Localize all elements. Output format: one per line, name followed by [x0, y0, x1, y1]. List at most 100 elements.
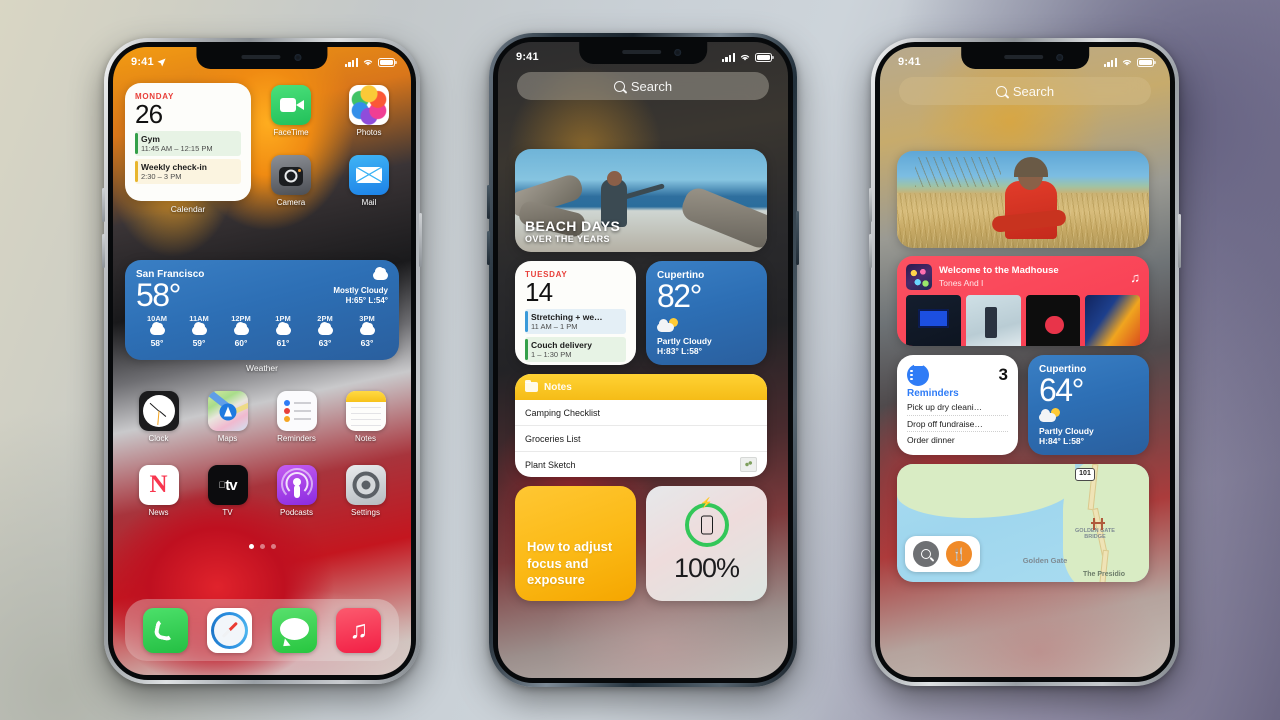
calendar-event[interactable]: Couch delivery 1 – 1:30 PM [525, 336, 626, 362]
reminder-row[interactable]: Order dinner [907, 432, 1008, 448]
calendar-widget[interactable]: TUESDAY 14 Stretching + we… 11 AM – 1 PM… [515, 261, 636, 365]
settings-icon [345, 465, 386, 505]
phone-3-power-button[interactable] [1178, 214, 1181, 268]
app-label: TV [222, 508, 233, 517]
battery-ring: ⚡ [684, 498, 729, 547]
phone-1-power-button[interactable] [419, 213, 422, 267]
weather-condition: Partly Cloudy [1039, 426, 1094, 436]
album-art-1[interactable] [906, 295, 961, 346]
album-art-2[interactable] [965, 295, 1021, 346]
phone-2-volume-down[interactable] [487, 231, 490, 265]
search-bar[interactable]: Search [517, 72, 769, 100]
search-placeholder: Search [1012, 83, 1055, 99]
phone-3-volume-up[interactable] [869, 188, 872, 222]
page-indicator-dots[interactable] [113, 544, 411, 549]
note-thumbnail [740, 457, 757, 472]
app-reminders[interactable]: Reminders [267, 391, 326, 443]
calendar-event[interactable]: Gym 11:45 AM – 12:15 PM [135, 130, 241, 156]
reminders-widget[interactable]: 3 Reminders Pick up dry cleani… Drop off… [897, 355, 1018, 455]
app-camera[interactable]: Camera [261, 154, 321, 215]
app-clock[interactable]: Clock [129, 391, 188, 443]
note-title: Camping Checklist [525, 407, 601, 418]
app-notes[interactable]: Notes [336, 391, 395, 443]
app-photos[interactable]: Photos [339, 85, 399, 145]
page-dot-active[interactable] [248, 544, 254, 549]
phone-2-today-view: Search BEACH DAYS OVER THE YEARS TUESDAY… [498, 42, 788, 678]
page-dot[interactable] [259, 544, 265, 549]
music-note-icon: ♫ [1130, 269, 1140, 285]
note-row[interactable]: Camping Checklist [515, 400, 767, 426]
tips-widget[interactable]: How to adjust focus and exposure [515, 486, 636, 601]
album-art-4[interactable] [1085, 295, 1140, 346]
photos-widget[interactable] [897, 151, 1149, 248]
album-art-3[interactable] [1025, 295, 1081, 346]
cellular-signal-icon [344, 57, 358, 67]
place-label: Golden Gate [1022, 556, 1068, 566]
hour-temp: 59° [192, 338, 206, 349]
cloud-icon [149, 322, 165, 336]
notes-widget[interactable]: Notes Camping Checklist Groceries List P… [515, 374, 767, 477]
maps-widget[interactable]: 101 GOLDEN GATE BRIDGE Golden Gate The P… [897, 464, 1149, 582]
search-bar[interactable]: Search [899, 77, 1151, 105]
event-title: Couch delivery [531, 339, 592, 350]
phone-2-power-button[interactable] [796, 211, 799, 265]
music-artist: Tones And I [939, 277, 984, 288]
iphone-icon [700, 515, 713, 535]
maps-food-button[interactable]: 🍴 [946, 541, 972, 567]
weather-highlow: H:84° L:58° [1039, 436, 1085, 446]
wifi-icon [740, 54, 750, 61]
note-title: Groceries List [525, 433, 581, 444]
reminder-row[interactable]: Pick up dry cleani… [907, 399, 1008, 416]
hourly-item: 3PM 63° [346, 314, 388, 348]
hour-temp: 60° [234, 338, 248, 349]
cloud-icon [191, 322, 207, 336]
calendar-event[interactable]: Stretching + we… 11 AM – 1 PM [525, 308, 626, 334]
note-row[interactable]: Plant Sketch [515, 452, 767, 477]
weather-highlow: H:83° L:58° [657, 346, 703, 356]
weather-widget[interactable]: Cupertino 64° Partly Cloudy H:84° L:58° [1028, 355, 1149, 455]
phone-1-volume-up[interactable] [102, 188, 105, 222]
photos-icon [349, 85, 389, 125]
widget-label: Weather [246, 363, 278, 373]
hourly-item: 11AM 59° [178, 314, 220, 348]
podcasts-icon [276, 465, 317, 505]
app-news[interactable]: N News [129, 465, 188, 517]
phone-1-volume-down[interactable] [102, 234, 105, 268]
app-settings[interactable]: Settings [336, 465, 395, 517]
app-label: Mail [361, 197, 377, 207]
page-dot[interactable] [270, 544, 276, 549]
weather-widget[interactable]: San Francisco 58° Mostly Cloudy H:65° L:… [125, 260, 399, 360]
land-mass [897, 464, 1075, 518]
battery-icon [378, 57, 397, 67]
weather-widget[interactable]: Cupertino 82° Partly Cloudy H:83° L:58° [646, 261, 767, 365]
app-mail[interactable]: Mail [339, 154, 399, 215]
app-tv[interactable]: tv TV [198, 465, 257, 517]
maps-search-button[interactable] [913, 541, 939, 567]
earpiece-speaker-icon [1004, 55, 1043, 59]
music-icon[interactable]: ♫ [336, 607, 382, 653]
mail-icon [349, 154, 389, 195]
music-widget[interactable]: Welcome to the Madhouse Tones And I ♫ [897, 256, 1149, 346]
app-facetime[interactable]: FaceTime [261, 85, 321, 145]
battery-percent: 100% [673, 553, 740, 583]
phone-2-volume-up[interactable] [487, 185, 490, 219]
event-title: Stretching + we… [531, 311, 603, 322]
battery-widget[interactable]: ⚡ 100% [646, 486, 767, 601]
reminders-count: 3 [998, 365, 1008, 384]
event-title: Gym [141, 133, 160, 144]
note-row[interactable]: Groceries List [515, 426, 767, 452]
safari-icon[interactable] [207, 607, 253, 653]
status-time: 9:41 [516, 51, 539, 63]
phone-icon[interactable] [142, 607, 188, 653]
hourly-item: 12PM 60° [220, 314, 262, 348]
app-podcasts[interactable]: Podcasts [267, 465, 326, 517]
route-shield: 101 [1075, 468, 1095, 481]
reminder-row[interactable]: Drop off fundraise… [907, 416, 1008, 432]
phone-3-volume-down[interactable] [869, 234, 872, 268]
messages-icon[interactable] [271, 607, 317, 653]
search-placeholder: Search [630, 78, 673, 94]
calendar-event[interactable]: Weekly check-in 2:30 – 3 PM [135, 158, 241, 184]
calendar-widget[interactable]: MONDAY 26 Gym 11:45 AM – 12:15 PM Weekly… [125, 83, 251, 201]
photos-widget[interactable]: BEACH DAYS OVER THE YEARS [515, 149, 767, 252]
app-maps[interactable]: Maps [198, 391, 257, 443]
